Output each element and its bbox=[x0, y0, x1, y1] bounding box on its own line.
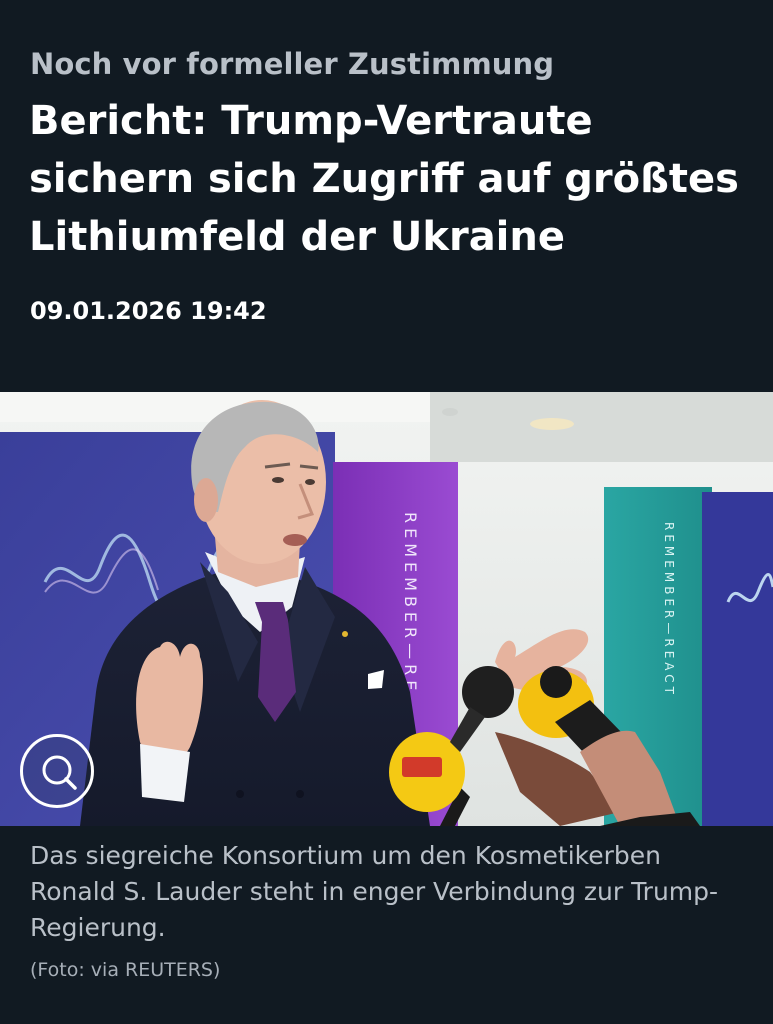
article-header: Noch vor formeller Zustimmung Bericht: T… bbox=[0, 0, 773, 392]
search-icon bbox=[42, 755, 77, 790]
article-headline[interactable]: Bericht: Trump-Vertraute sichern sich Zu… bbox=[29, 92, 759, 266]
banner-text-left: REMEMBER—RE bbox=[401, 512, 420, 695]
photo-caption: Das siegreiche Konsortium um den Kosmeti… bbox=[30, 841, 719, 942]
article-kicker: Noch vor formeller Zustimmung bbox=[30, 47, 555, 81]
article-timestamp: 09.01.2026 19:42 bbox=[30, 297, 267, 325]
zoom-image-button[interactable] bbox=[20, 734, 94, 808]
photo-credit: (Foto: via REUTERS) bbox=[30, 959, 221, 981]
article-photo[interactable]: REMEMBER—RE REMEMBER—REACT bbox=[0, 392, 773, 826]
banner-text-right: REMEMBER—REACT bbox=[662, 522, 676, 698]
